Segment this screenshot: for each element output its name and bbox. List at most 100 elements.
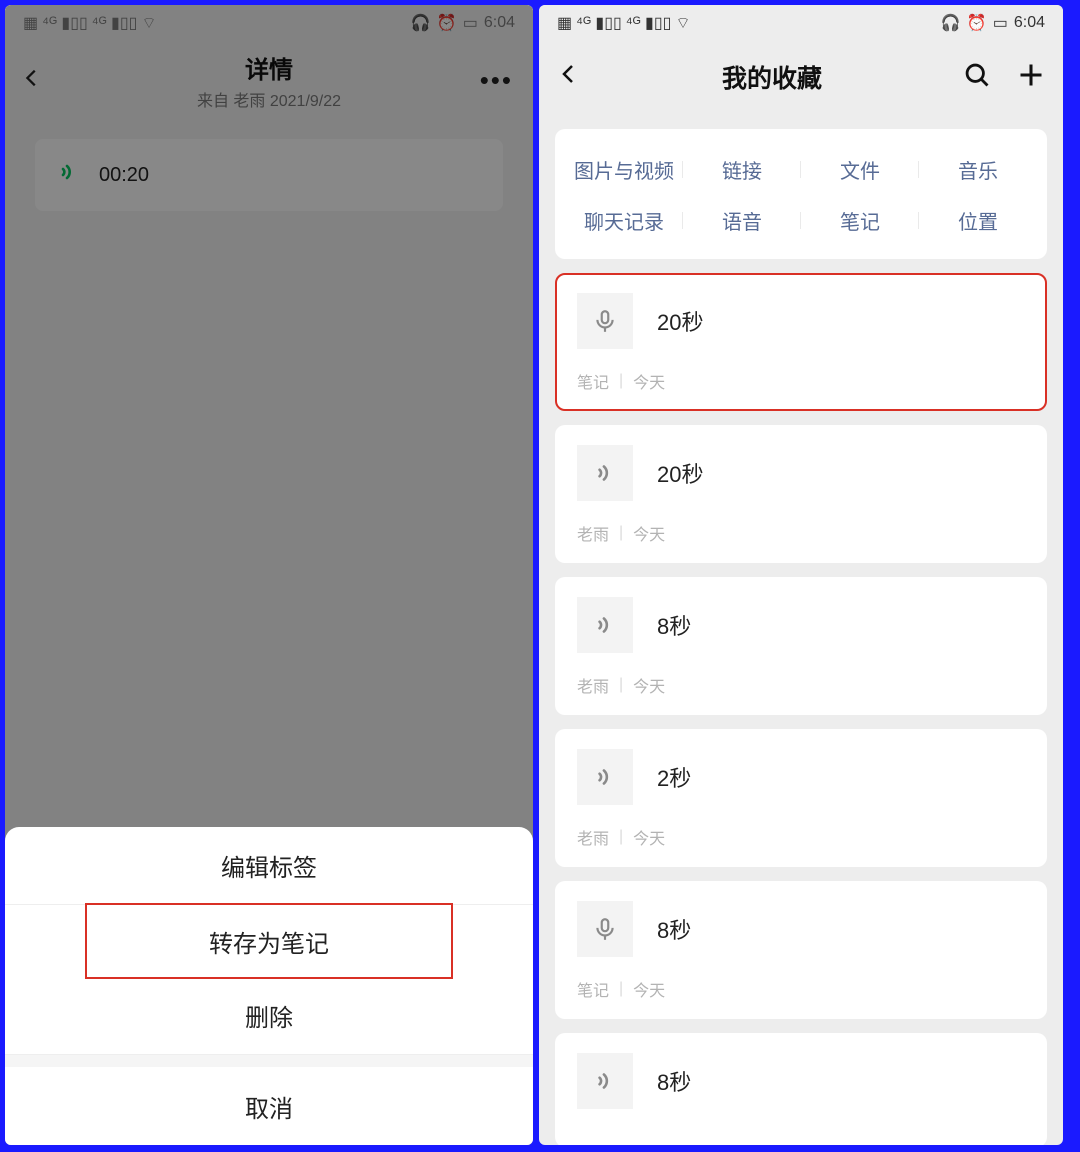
status-time: 6:04 bbox=[1014, 14, 1045, 32]
favorite-main: 20秒 bbox=[577, 445, 1025, 501]
favorite-meta-right: 今天 bbox=[633, 977, 665, 1001]
sound-icon bbox=[577, 749, 633, 805]
signal2-icon: ⁴ᴳ ▮▯▯ bbox=[626, 13, 672, 33]
page-title: 我的收藏 bbox=[722, 59, 822, 95]
page-subtitle: 来自 老雨 2021/9/22 bbox=[5, 87, 533, 111]
filter-voice[interactable]: 语音 bbox=[683, 206, 801, 235]
sheet-save-note[interactable]: 转存为笔记 bbox=[87, 905, 451, 977]
sound-icon bbox=[577, 1053, 633, 1109]
favorite-main: 8秒 bbox=[577, 597, 1025, 653]
favorite-title: 8秒 bbox=[657, 1065, 691, 1097]
alarm-icon: ⏰ bbox=[967, 13, 987, 33]
voice-duration: 00:20 bbox=[99, 164, 149, 187]
sheet-edit-label[interactable]: 编辑标签 bbox=[5, 827, 533, 905]
filter-card: 图片与视频 链接 文件 音乐 聊天记录 语音 笔记 位置 bbox=[555, 129, 1047, 259]
filter-row-2: 聊天记录 语音 笔记 位置 bbox=[565, 198, 1037, 249]
filter-location[interactable]: 位置 bbox=[919, 206, 1037, 235]
favorite-item[interactable]: 20秒老雨 | 今天 bbox=[555, 425, 1047, 563]
signal-icon: ⁴ᴳ ▮▯▯ bbox=[42, 13, 88, 33]
nav-bar: 我的收藏 bbox=[539, 41, 1063, 113]
favorite-title: 20秒 bbox=[657, 305, 703, 337]
favorite-meta-right: 今天 bbox=[633, 825, 665, 849]
favorite-main: 8秒 bbox=[577, 1053, 1025, 1109]
wifi-icon: ⌔ bbox=[675, 13, 690, 33]
right-screen: ▦ ⁴ᴳ ▮▯▯ ⁴ᴳ ▮▯▯ ⌔ 🎧 ⏰ ▭ 6:04 我的收藏 bbox=[539, 5, 1063, 1145]
favorite-item[interactable]: 20秒笔记 | 今天 bbox=[555, 273, 1047, 411]
nav-actions bbox=[963, 61, 1045, 94]
meta-separator: | bbox=[619, 524, 623, 542]
status-left-icons: ▦ ⁴ᴳ ▮▯▯ ⁴ᴳ ▮▯▯ ⌔ bbox=[557, 13, 691, 33]
meta-separator: | bbox=[619, 828, 623, 846]
status-right-icons: 🎧 ⏰ ▭ 6:04 bbox=[941, 13, 1045, 33]
action-sheet: 编辑标签 转存为笔记 删除 取消 bbox=[5, 827, 533, 1145]
favorite-title: 8秒 bbox=[657, 913, 691, 945]
status-time: 6:04 bbox=[484, 14, 515, 32]
favorite-meta-left: 老雨 bbox=[577, 825, 609, 849]
hd-icon: ▦ bbox=[23, 13, 38, 33]
nav-center: 详情 来自 老雨 2021/9/22 bbox=[5, 50, 533, 111]
favorite-item[interactable]: 8秒 bbox=[555, 1033, 1047, 1145]
favorite-meta: 笔记 | 今天 bbox=[577, 977, 1025, 1001]
sheet-gap bbox=[5, 1055, 533, 1067]
sound-icon bbox=[57, 160, 81, 190]
favorite-meta: 老雨 | 今天 bbox=[577, 521, 1025, 545]
favorite-item[interactable]: 2秒老雨 | 今天 bbox=[555, 729, 1047, 867]
headphone-icon: 🎧 bbox=[411, 13, 431, 33]
filter-row-1: 图片与视频 链接 文件 音乐 bbox=[565, 147, 1037, 198]
signal-icon: ⁴ᴳ ▮▯▯ bbox=[576, 13, 622, 33]
meta-separator: | bbox=[619, 372, 623, 390]
add-button[interactable] bbox=[1017, 61, 1045, 94]
favorite-meta-left: 笔记 bbox=[577, 369, 609, 393]
sound-icon bbox=[577, 445, 633, 501]
sheet-save-note-highlight: 转存为笔记 bbox=[85, 903, 453, 979]
favorite-meta-right: 今天 bbox=[633, 369, 665, 393]
favorite-item[interactable]: 8秒老雨 | 今天 bbox=[555, 577, 1047, 715]
battery-icon: ▭ bbox=[993, 13, 1008, 33]
favorite-meta-left: 老雨 bbox=[577, 521, 609, 545]
favorite-title: 8秒 bbox=[657, 609, 691, 641]
favorite-meta: 老雨 | 今天 bbox=[577, 825, 1025, 849]
filter-images-videos[interactable]: 图片与视频 bbox=[565, 155, 683, 184]
back-button[interactable] bbox=[557, 60, 581, 94]
nav-bar: 详情 来自 老雨 2021/9/22 ••• bbox=[5, 41, 533, 119]
favorite-title: 20秒 bbox=[657, 457, 703, 489]
more-button[interactable]: ••• bbox=[480, 65, 513, 96]
mic-icon bbox=[577, 293, 633, 349]
favorite-main: 2秒 bbox=[577, 749, 1025, 805]
favorites-list: 20秒笔记|今天20秒老雨|今天8秒老雨|今天2秒老雨|今天8秒笔记|今天8秒 bbox=[539, 273, 1063, 1145]
headphone-icon: 🎧 bbox=[941, 13, 961, 33]
sheet-cancel[interactable]: 取消 bbox=[5, 1067, 533, 1145]
hd-icon: ▦ bbox=[557, 13, 572, 33]
favorite-main: 20秒 bbox=[577, 293, 1025, 349]
wifi-icon: ⌔ bbox=[141, 13, 156, 33]
meta-separator: | bbox=[619, 980, 623, 998]
phone-left: ▦ ⁴ᴳ ▮▯▯ ⁴ᴳ ▮▯▯ ⌔ 🎧 ⏰ ▭ 6:04 详情 来自 老雨 20… bbox=[5, 5, 533, 1145]
battery-icon: ▭ bbox=[463, 13, 478, 33]
alarm-icon: ⏰ bbox=[437, 13, 457, 33]
page-title: 详情 bbox=[5, 50, 533, 85]
favorite-meta: 笔记 | 今天 bbox=[577, 369, 1025, 393]
favorite-meta: 老雨 | 今天 bbox=[577, 673, 1025, 697]
filter-links[interactable]: 链接 bbox=[683, 155, 801, 184]
filter-files[interactable]: 文件 bbox=[801, 155, 919, 184]
filter-notes[interactable]: 笔记 bbox=[801, 206, 919, 235]
mic-icon bbox=[577, 901, 633, 957]
search-button[interactable] bbox=[963, 61, 991, 94]
meta-separator: | bbox=[619, 676, 623, 694]
status-bar: ▦ ⁴ᴳ ▮▯▯ ⁴ᴳ ▮▯▯ ⌔ 🎧 ⏰ ▭ 6:04 bbox=[539, 5, 1063, 41]
favorite-meta-left: 老雨 bbox=[577, 673, 609, 697]
sound-icon bbox=[577, 597, 633, 653]
favorite-title: 2秒 bbox=[657, 761, 691, 793]
sheet-delete[interactable]: 删除 bbox=[5, 977, 533, 1055]
voice-message[interactable]: 00:20 bbox=[35, 139, 503, 211]
phone-right: ▦ ⁴ᴳ ▮▯▯ ⁴ᴳ ▮▯▯ ⌔ 🎧 ⏰ ▭ 6:04 我的收藏 bbox=[539, 5, 1063, 1145]
favorite-meta-right: 今天 bbox=[633, 521, 665, 545]
favorite-item[interactable]: 8秒笔记 | 今天 bbox=[555, 881, 1047, 1019]
favorite-meta-left: 笔记 bbox=[577, 977, 609, 1001]
favorite-main: 8秒 bbox=[577, 901, 1025, 957]
filter-chatlog[interactable]: 聊天记录 bbox=[565, 206, 683, 235]
favorite-meta-right: 今天 bbox=[633, 673, 665, 697]
filter-music[interactable]: 音乐 bbox=[919, 155, 1037, 184]
status-left-icons: ▦ ⁴ᴳ ▮▯▯ ⁴ᴳ ▮▯▯ ⌔ bbox=[23, 13, 157, 33]
signal2-icon: ⁴ᴳ ▮▯▯ bbox=[92, 13, 138, 33]
